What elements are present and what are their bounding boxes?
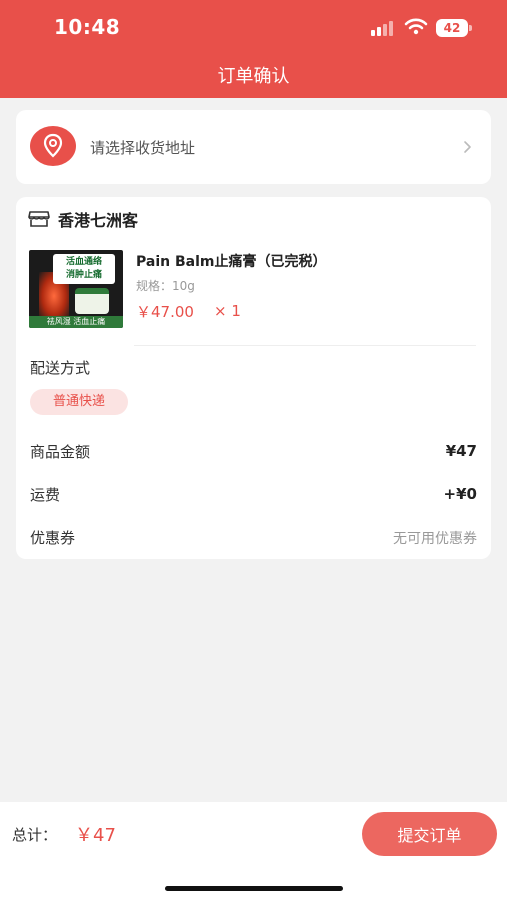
home-indicator [165, 886, 343, 891]
product-image[interactable]: 活血通络 消肿止痛 祛风湿 活血止痛 [29, 250, 123, 328]
battery-icon: 42 [436, 19, 472, 37]
goods-amount-label: 商品金额 [30, 443, 91, 461]
address-placeholder: 请选择收货地址 [90, 139, 196, 157]
order-card: 香港七洲客 活血通络 消肿止痛 祛风湿 活血止痛 Pain Balm止痛膏（已完… [16, 197, 491, 559]
chevron-right-icon [464, 141, 471, 153]
shipping-option-standard[interactable]: 普通快递 [30, 389, 128, 415]
header-bar: 10:48 42 订单确认 [0, 0, 507, 98]
divider [134, 345, 476, 346]
total-value: ￥47 [75, 825, 116, 846]
product-price: ￥47.00 [136, 303, 194, 321]
total-label: 总计： [12, 826, 58, 844]
store-name: 香港七洲客 [58, 211, 139, 230]
wifi-icon [404, 18, 428, 35]
product-name: Pain Balm止痛膏（已完税） [136, 254, 327, 270]
cellular-signal-icon [371, 21, 393, 36]
freight-label: 运费 [30, 486, 61, 504]
product-quantity: × 1 [214, 302, 241, 320]
coupon-label: 优惠券 [30, 529, 76, 547]
product-image-footer: 祛风湿 活血止痛 [29, 316, 123, 328]
checkout-bar: 总计： ￥47 提交订单 [0, 802, 507, 900]
shipping-method-label: 配送方式 [30, 359, 91, 377]
product-spec: 规格：10g [136, 279, 195, 293]
battery-level: 42 [436, 19, 468, 37]
coupon-value[interactable]: 无可用优惠券 [393, 528, 477, 548]
status-bar: 10:48 42 [0, 0, 507, 56]
address-selector[interactable]: 请选择收货地址 [16, 110, 491, 184]
location-pin-icon [30, 126, 76, 166]
store-icon [28, 211, 50, 227]
page-title: 订单确认 [217, 66, 290, 87]
freight-value: +¥0 [443, 485, 477, 503]
submit-order-button[interactable]: 提交订单 [362, 812, 497, 856]
status-time: 10:48 [54, 15, 121, 39]
goods-amount-value: ¥47 [445, 442, 477, 460]
product-image-banner: 活血通络 消肿止痛 [53, 254, 115, 284]
